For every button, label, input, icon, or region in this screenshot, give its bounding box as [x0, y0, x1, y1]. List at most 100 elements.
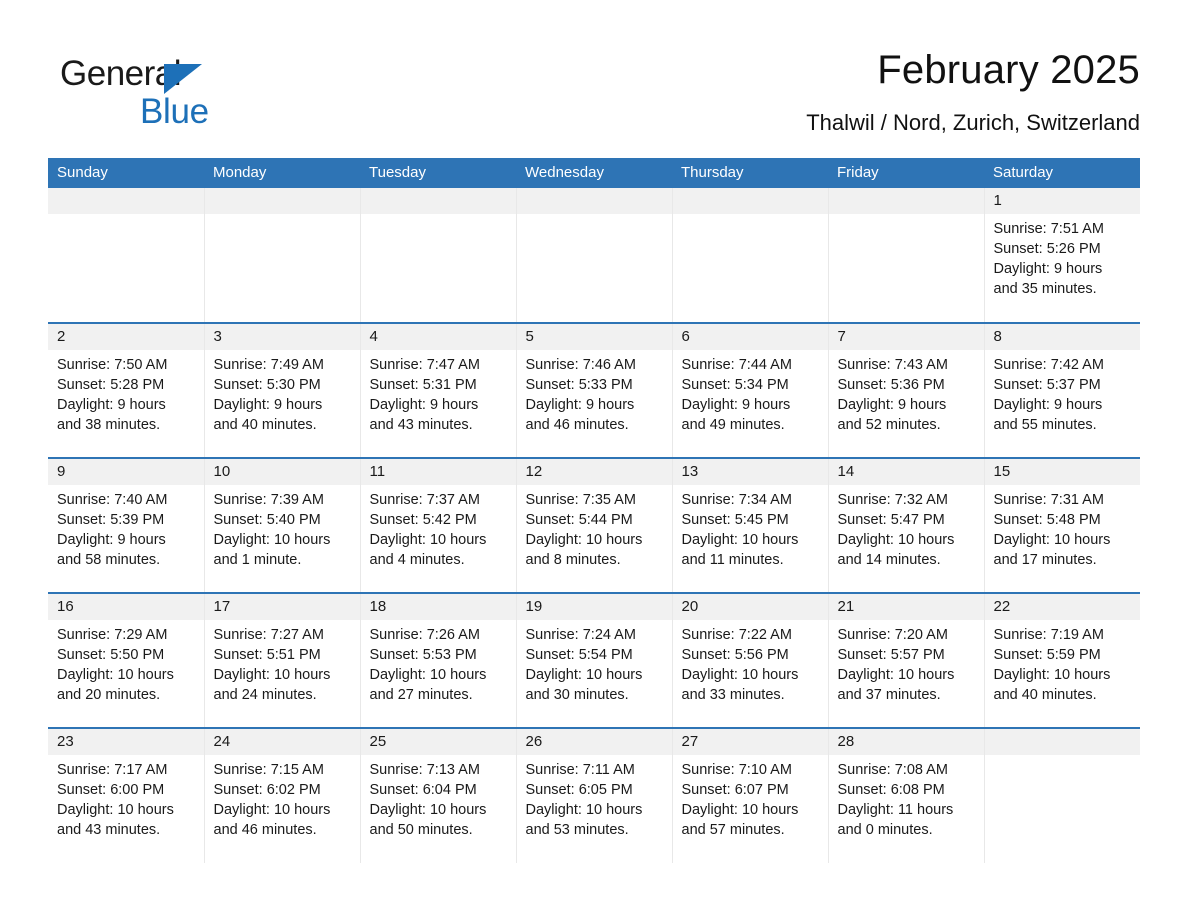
- day-sunrise-text: Sunrise: 7:35 AM: [525, 492, 636, 508]
- day-details: Sunrise: 7:46 AM Sunset: 5:33 PM Daylight:…: [517, 350, 672, 435]
- day-cell-inner: 11 Sunrise: 7:37 AM Sunset: 5:42 PM Dayligh…: [360, 459, 516, 592]
- day-cell-inner: 14 Sunrise: 7:32 AM Sunset: 5:47 PM Dayligh…: [828, 459, 984, 592]
- day-number: 13: [672, 459, 828, 485]
- day-daylight-line-text: Daylight: 9 hours: [57, 532, 166, 548]
- day-number: 10: [204, 459, 360, 485]
- calendar-day-cell[interactable]: 2 Sunrise: 7:50 AM Sunset: 5:28 PM Daylight…: [48, 322, 204, 458]
- day-daylight-line-text: and 43 minutes.: [57, 822, 161, 838]
- day-daylight-line-text: Daylight: 10 hours: [525, 667, 643, 683]
- calendar-day-cell[interactable]: 5 Sunrise: 7:46 AM Sunset: 5:33 PM Daylight…: [515, 322, 672, 458]
- day-daylight-line-text: and 27 minutes.: [369, 687, 473, 703]
- calendar-header-row: Sunday Monday Tuesday Wednesday Thursday Frid…: [48, 158, 1140, 188]
- day-sunrise-text: Sunrise: 7:51 AM: [993, 221, 1104, 237]
- weekday-header-wednesday: Wednesday: [516, 158, 672, 188]
- calendar-day-cell[interactable]: 4 Sunrise: 7:47 AM Sunset: 5:31 PM Daylight…: [359, 322, 516, 458]
- calendar-day-cell[interactable]: 14 Sunrise: 7:32 AM Sunset: 5:47 PM Dayligh…: [827, 457, 984, 593]
- day-sunrise-text: Sunrise: 7:22 AM: [681, 627, 792, 643]
- calendar-day-cell[interactable]: 8 Sunrise: 7:42 AM Sunset: 5:37 PM Daylight…: [983, 322, 1140, 458]
- calendar-day-cell[interactable]: 19 Sunrise: 7:24 AM Sunset: 5:54 PM Dayligh…: [515, 592, 672, 728]
- day-daylight-line-text: Daylight: 10 hours: [525, 802, 643, 818]
- day-number: 11: [360, 459, 516, 485]
- day-sunset-text: Sunset: 5:40 PM: [213, 512, 321, 528]
- calendar-day-cell[interactable]: 1 Sunrise: 7:51 AM Sunset: 5:26 PM Daylight…: [983, 188, 1140, 323]
- day-number: 15: [984, 459, 1140, 485]
- day-sunrise-text: Sunrise: 7:27 AM: [213, 627, 324, 643]
- day-daylight-line-text: Daylight: 10 hours: [837, 532, 955, 548]
- calendar-day-cell[interactable]: 6 Sunrise: 7:44 AM Sunset: 5:34 PM Daylight…: [671, 322, 828, 458]
- day-cell-inner: 21 Sunrise: 7:20 AM Sunset: 5:57 PM Dayligh…: [828, 594, 984, 727]
- calendar-day-cell[interactable]: 10 Sunrise: 7:39 AM Sunset: 5:40 PM Dayligh…: [203, 457, 360, 593]
- page-title: February 2025: [877, 48, 1140, 92]
- calendar-day-cell[interactable]: 23 Sunrise: 7:17 AM Sunset: 6:00 PM Dayligh…: [48, 727, 204, 863]
- calendar-day-cell[interactable]: 24 Sunrise: 7:15 AM Sunset: 6:02 PM Dayligh…: [203, 727, 360, 863]
- day-number: 12: [516, 459, 672, 485]
- day-details: Sunrise: 7:32 AM Sunset: 5:47 PM Daylight:…: [829, 485, 984, 570]
- day-sunset-text: Sunset: 5:33 PM: [525, 377, 633, 393]
- calendar-day-cell[interactable]: 22 Sunrise: 7:19 AM Sunset: 5:59 PM Dayligh…: [983, 592, 1140, 728]
- day-daylight-line-text: and 11 minutes.: [681, 552, 784, 568]
- day-sunrise-text: Sunrise: 7:29 AM: [57, 627, 168, 643]
- day-cell-inner: 12 Sunrise: 7:35 AM Sunset: 5:44 PM Dayligh…: [516, 459, 672, 592]
- day-sunset-text: Sunset: 6:04 PM: [369, 782, 477, 798]
- day-cell-inner: 6 Sunrise: 7:44 AM Sunset: 5:34 PM Daylight…: [672, 324, 828, 457]
- calendar-day-cell[interactable]: 26 Sunrise: 7:11 AM Sunset: 6:05 PM Dayligh…: [515, 727, 672, 863]
- day-cell-inner: 10 Sunrise: 7:39 AM Sunset: 5:40 PM Dayligh…: [204, 459, 360, 592]
- day-daylight-line-text: Daylight: 9 hours: [837, 397, 947, 413]
- day-sunset-text: Sunset: 5:31 PM: [369, 377, 477, 393]
- day-details: Sunrise: 7:31 AM Sunset: 5:48 PM Daylight:…: [985, 485, 1141, 570]
- day-number: [984, 729, 1140, 755]
- day-details: Sunrise: 7:10 AM Sunset: 6:07 PM Daylight:…: [673, 755, 828, 840]
- calendar-day-cell[interactable]: 3 Sunrise: 7:49 AM Sunset: 5:30 PM Daylight…: [203, 322, 360, 458]
- day-daylight-line-text: and 49 minutes.: [681, 417, 785, 433]
- day-daylight-line-text: and 14 minutes.: [837, 552, 941, 568]
- calendar-day-cell[interactable]: 9 Sunrise: 7:40 AM Sunset: 5:39 PM Daylight…: [48, 457, 204, 593]
- calendar-day-cell[interactable]: 25 Sunrise: 7:13 AM Sunset: 6:04 PM Dayligh…: [359, 727, 516, 863]
- calendar-day-cell[interactable]: 13 Sunrise: 7:34 AM Sunset: 5:45 PM Dayligh…: [671, 457, 828, 593]
- day-number: [204, 188, 360, 214]
- calendar-day-cell[interactable]: 11 Sunrise: 7:37 AM Sunset: 5:42 PM Dayligh…: [359, 457, 516, 593]
- day-daylight-line-text: and 52 minutes.: [837, 417, 941, 433]
- day-sunset-text: Sunset: 5:44 PM: [525, 512, 633, 528]
- calendar-day-cell[interactable]: 20 Sunrise: 7:22 AM Sunset: 5:56 PM Dayligh…: [671, 592, 828, 728]
- day-cell-inner: 8 Sunrise: 7:42 AM Sunset: 5:37 PM Daylight…: [984, 324, 1140, 457]
- day-details: Sunrise: 7:26 AM Sunset: 5:53 PM Daylight:…: [361, 620, 516, 705]
- day-sunrise-text: Sunrise: 7:26 AM: [369, 627, 480, 643]
- day-sunset-text: Sunset: 5:26 PM: [993, 241, 1101, 257]
- day-number: 9: [48, 459, 204, 485]
- calendar-day-cell[interactable]: 18 Sunrise: 7:26 AM Sunset: 5:53 PM Dayligh…: [359, 592, 516, 728]
- day-daylight-line-text: Daylight: 10 hours: [369, 667, 487, 683]
- day-sunrise-text: Sunrise: 7:11 AM: [525, 762, 635, 778]
- day-sunset-text: Sunset: 5:51 PM: [213, 647, 321, 663]
- day-sunrise-text: Sunrise: 7:37 AM: [369, 492, 480, 508]
- calendar-week-row: 9 Sunrise: 7:40 AM Sunset: 5:39 PM Daylight…: [48, 457, 1141, 593]
- day-number: [48, 188, 204, 214]
- day-daylight-line-text: and 40 minutes.: [213, 417, 317, 433]
- day-daylight-line-text: and 17 minutes.: [993, 552, 1097, 568]
- day-number: 5: [516, 324, 672, 350]
- day-daylight-line-text: and 24 minutes.: [213, 687, 317, 703]
- day-cell-inner: 17 Sunrise: 7:27 AM Sunset: 5:51 PM Dayligh…: [204, 594, 360, 727]
- calendar-day-cell[interactable]: 12 Sunrise: 7:35 AM Sunset: 5:44 PM Dayligh…: [515, 457, 672, 593]
- calendar-cell-empty: [515, 188, 672, 323]
- calendar-day-cell[interactable]: 21 Sunrise: 7:20 AM Sunset: 5:57 PM Dayligh…: [827, 592, 984, 728]
- calendar-day-cell[interactable]: 16 Sunrise: 7:29 AM Sunset: 5:50 PM Dayligh…: [48, 592, 204, 728]
- calendar-day-cell[interactable]: 17 Sunrise: 7:27 AM Sunset: 5:51 PM Dayligh…: [203, 592, 360, 728]
- day-number: [672, 188, 828, 214]
- day-details: Sunrise: 7:15 AM Sunset: 6:02 PM Daylight:…: [205, 755, 360, 840]
- calendar-day-cell[interactable]: 15 Sunrise: 7:31 AM Sunset: 5:48 PM Dayligh…: [983, 457, 1141, 593]
- day-sunrise-text: Sunrise: 7:10 AM: [681, 762, 792, 778]
- day-sunrise-text: Sunrise: 7:40 AM: [57, 492, 168, 508]
- day-sunset-text: Sunset: 5:36 PM: [837, 377, 945, 393]
- day-cell-inner: 24 Sunrise: 7:15 AM Sunset: 6:02 PM Dayligh…: [204, 729, 360, 863]
- day-number: 18: [360, 594, 516, 620]
- calendar-page: General Blue February 2025 Thalwil / Nor…: [0, 0, 1188, 918]
- day-daylight-line-text: Daylight: 9 hours: [681, 397, 791, 413]
- day-sunset-text: Sunset: 5:47 PM: [837, 512, 945, 528]
- calendar-day-cell[interactable]: 28 Sunrise: 7:08 AM Sunset: 6:08 PM Dayligh…: [827, 727, 984, 863]
- day-number: 8: [984, 324, 1140, 350]
- generalblue-logo[interactable]: General Blue: [60, 54, 360, 134]
- day-sunset-text: Sunset: 6:08 PM: [837, 782, 945, 798]
- calendar-day-cell[interactable]: 27 Sunrise: 7:10 AM Sunset: 6:07 PM Dayligh…: [671, 727, 828, 863]
- calendar-week-row: 16 Sunrise: 7:29 AM Sunset: 5:50 PM Dayligh…: [48, 592, 1140, 728]
- calendar-day-cell[interactable]: 7 Sunrise: 7:43 AM Sunset: 5:36 PM Daylight…: [827, 322, 984, 458]
